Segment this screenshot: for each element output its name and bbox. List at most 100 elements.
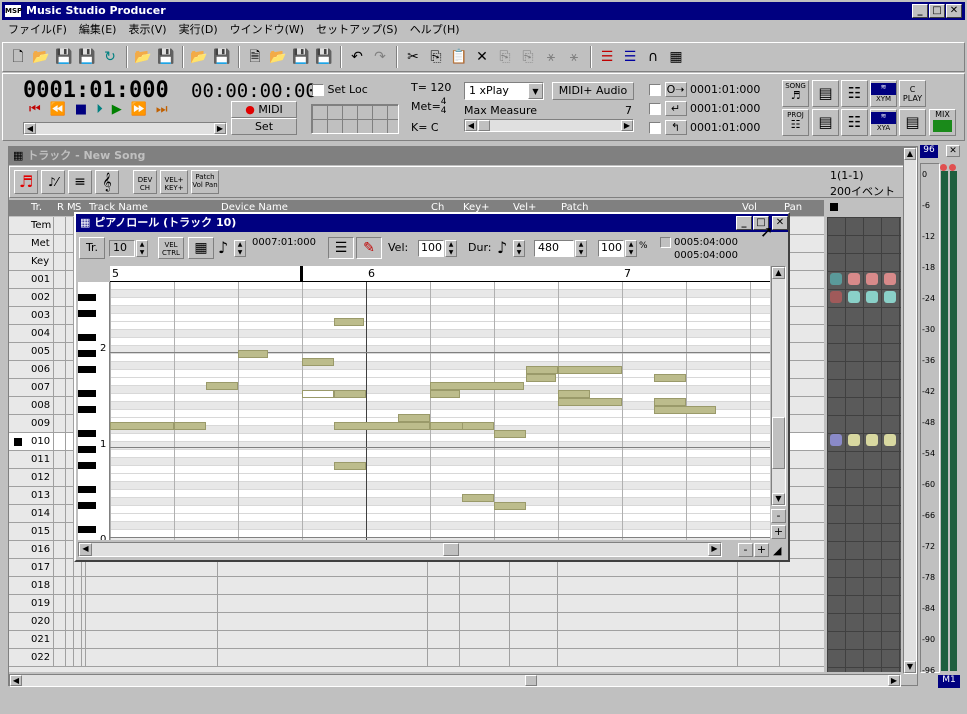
xya-button[interactable]: ≋ XYA [870,109,897,136]
midi-record-button[interactable]: ● MIDI [231,101,297,118]
xym-button[interactable]: ≋ XYM [870,80,897,107]
forward-end-icon[interactable]: ⏭ [156,102,177,117]
black-key[interactable] [78,310,96,317]
go-to-icon[interactable]: O➝ [664,82,687,97]
note-tool-icon[interactable]: ♬ [14,170,38,194]
list-blue-icon[interactable]: ☰ [619,46,641,68]
undo-icon[interactable]: ↶ [346,46,368,68]
note-block[interactable] [334,462,366,470]
menu-view[interactable]: 表示(V) [122,21,172,39]
proj-button[interactable]: PROJ ☷ [782,109,809,136]
wave-button[interactable]: ▤ [899,109,926,136]
step-icon[interactable]: ⏵ [96,102,112,117]
note-block[interactable] [206,382,238,390]
menu-edit[interactable]: 編集(E) [73,21,123,39]
pr-view-icon[interactable]: ☰ [328,237,354,259]
insert-icon[interactable]: ⚹ [540,46,562,68]
locator-2[interactable]: ↵ 0001:01:000 [649,101,760,116]
close-button[interactable]: ✕ [946,4,962,18]
track-vscrollbar[interactable]: ▲ ▼ [903,147,917,674]
block-row-001[interactable] [830,273,896,288]
pr-hzoom-out-button[interactable]: - [738,543,753,557]
save-all-icon[interactable]: 💾 [313,46,335,68]
doc-icon[interactable]: 🗎 [244,46,266,68]
set-button[interactable]: Set [231,118,297,135]
rewind-start-icon[interactable]: ⏮ [29,102,50,117]
note-block[interactable] [430,390,460,398]
quantize-icon[interactable]: ♪⁄ [41,170,65,194]
pr-vel-ctrl-button[interactable]: VEL CTRL [158,237,184,259]
black-key[interactable] [78,366,96,373]
black-key[interactable] [78,526,96,533]
delete-icon[interactable]: ✕ [471,46,493,68]
note-block[interactable] [526,374,556,382]
dev-ch-button[interactable]: DEV CH [133,170,157,194]
pr-hzoom-in-button[interactable]: + [754,543,769,557]
locator-3[interactable]: ↰ 0001:01:000 [649,120,760,135]
paste-icon[interactable]: 📋 [448,46,470,68]
pr-vzoom-in-button[interactable]: + [771,525,786,539]
black-key[interactable] [78,430,96,437]
note-block[interactable] [654,406,716,414]
patch-vol-pan-button[interactable]: Patch Vol Pan [191,170,219,194]
loop-icon[interactable]: ∩ [642,46,664,68]
pr-pct-field[interactable]: 100 [598,240,624,257]
note-block[interactable] [334,318,364,326]
note-block[interactable] [334,422,430,430]
menu-help[interactable]: ヘルプ(H) [404,21,466,39]
note-block[interactable] [494,430,526,438]
locator-1[interactable]: O➝ 0001:01:000 [649,82,760,97]
note-block[interactable] [334,390,366,398]
menu-file[interactable]: ファイル(F) [2,21,73,39]
pr-minimize-button[interactable]: _ [736,216,752,230]
pr-track-spinner[interactable]: ▲ ▼ [136,240,148,257]
menu-setup[interactable]: セットアップ(S) [310,21,404,39]
note-block[interactable] [558,366,622,374]
pr-scroll-right-icon[interactable]: ▶ [708,543,721,556]
pr-hscrollbar[interactable]: ◀ ▶ [78,542,722,557]
new-icon[interactable]: 🗋 [7,46,29,68]
song-button[interactable]: SONG ♬ [782,80,809,107]
note-block[interactable] [526,366,558,374]
stop-icon[interactable]: ■ [75,102,96,117]
track-row[interactable]: 021 [9,631,824,649]
note-block[interactable] [558,398,622,406]
mixer-m-button[interactable]: ☷ [841,80,868,107]
pr-ruler[interactable]: 5 6 7 [110,266,770,282]
block-row-010[interactable] [830,434,896,449]
loc-grid[interactable] [311,104,399,134]
max-measure-slider[interactable]: ◀ ▶ [464,119,634,132]
track-row[interactable]: 019 [9,595,824,613]
open-icon[interactable]: 📂 [30,46,52,68]
pr-end-checkbox[interactable] [660,237,671,248]
paste-mix-icon[interactable]: ⎘ [517,46,539,68]
note-block[interactable] [558,390,590,398]
list-red-icon[interactable]: ☰ [596,46,618,68]
col-tr[interactable]: Tr. [31,200,42,216]
erase-icon[interactable]: ⚹ [563,46,585,68]
pr-scroll-up-icon[interactable]: ▲ [772,267,785,279]
pr-scroll-thumb[interactable] [772,417,785,469]
note-block[interactable] [654,374,686,382]
open-doc-icon[interactable]: 📂 [267,46,289,68]
midi-audio-button[interactable]: MIDI+ Audio [552,82,634,100]
pr-vzoom-out-button[interactable]: - [771,509,786,523]
save-as-icon[interactable]: 💾 [76,46,98,68]
save-song-icon[interactable]: 💾 [211,46,233,68]
fast-forward-icon[interactable]: ⏩ [131,102,156,117]
pr-pencil-icon[interactable]: ✎ [356,237,382,259]
position-scrollbar[interactable]: ◀ ▶ [23,122,227,135]
track-editor-button[interactable]: ▤ [812,109,839,136]
note-block[interactable] [654,398,686,406]
app-icon[interactable]: MSP [5,5,22,17]
col-r[interactable]: R [57,200,64,216]
black-key[interactable] [78,502,96,509]
menu-run[interactable]: 実行(D) [173,21,224,39]
note-block[interactable] [238,350,268,358]
note-block[interactable] [110,422,174,430]
pr-note-grid[interactable] [110,282,770,540]
note-block[interactable] [494,502,526,510]
return-icon[interactable]: ↵ [664,101,687,116]
track-row[interactable]: 022 [9,649,824,667]
pr-resize-grip-icon[interactable]: ◢ [773,544,781,557]
